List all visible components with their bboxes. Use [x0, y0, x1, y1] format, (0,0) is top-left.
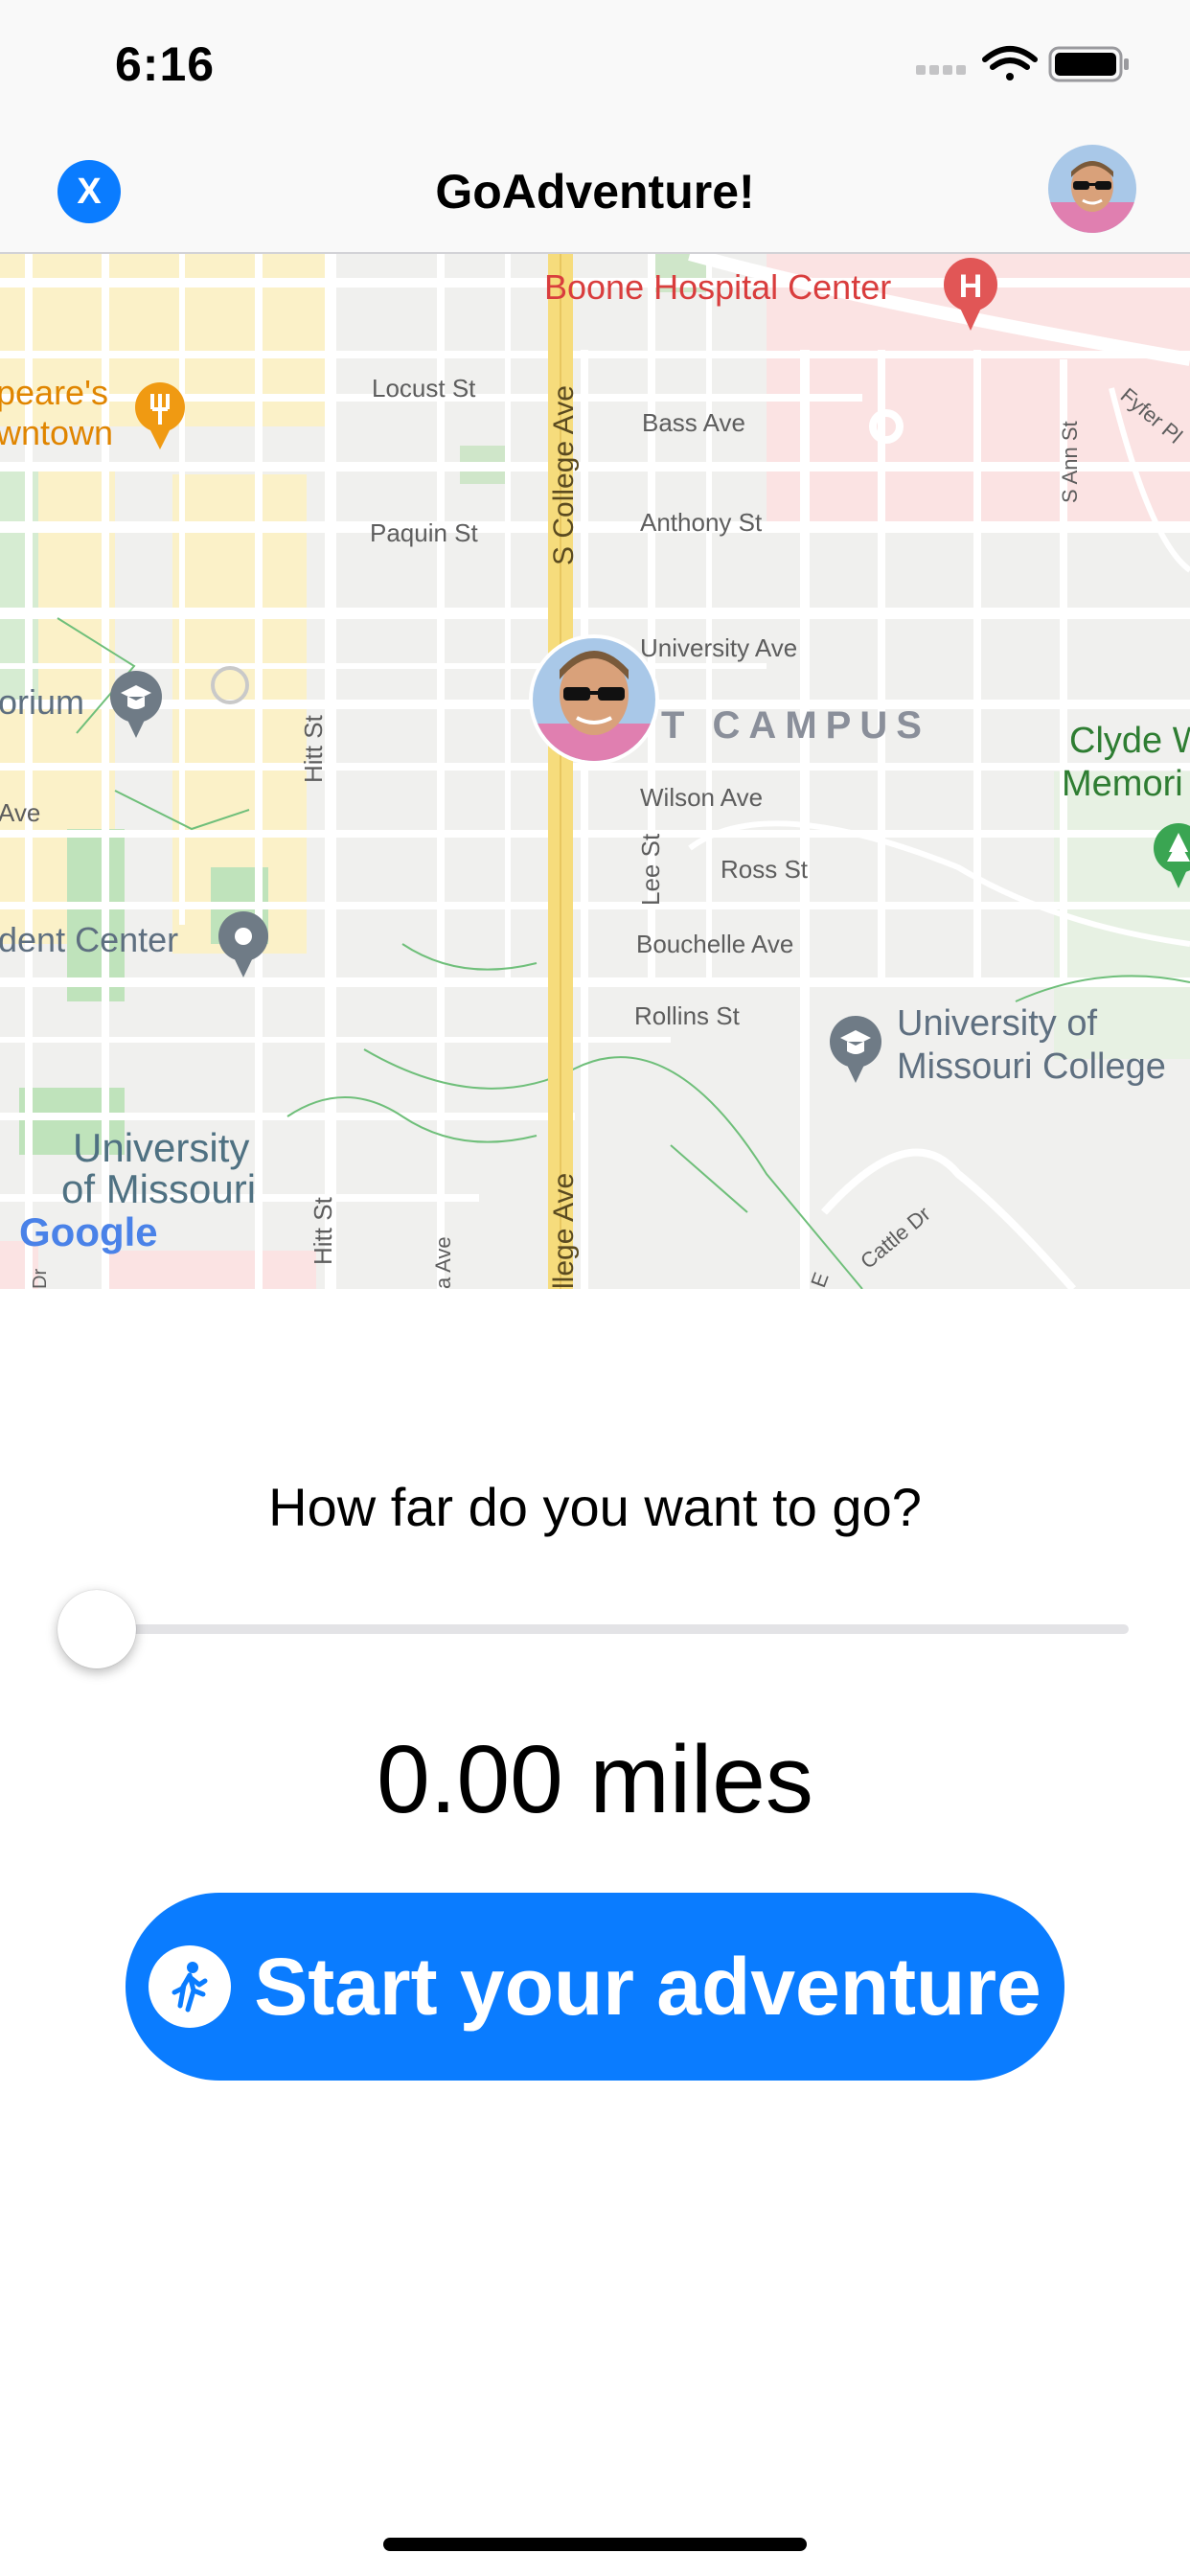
status-icons — [916, 44, 1136, 86]
university-college-label-2: Missouri College — [897, 1046, 1166, 1087]
battery-icon — [1048, 46, 1129, 82]
s-ann-label: S Ann St — [1058, 421, 1082, 503]
locust-label: Locust St — [372, 374, 476, 402]
ave-south-label: a Ave — [431, 1236, 455, 1289]
distance-slider[interactable] — [57, 1586, 1133, 1672]
walking-person-icon — [149, 1945, 232, 2028]
restaurant-label-2: wntown — [0, 413, 113, 452]
student-center-label: dent Center — [0, 920, 178, 959]
home-indicator[interactable] — [383, 2538, 807, 2551]
paquin-label: Paquin St — [370, 518, 479, 547]
hitt-north-label: Hitt St — [299, 714, 328, 783]
auditorium-label: orium — [0, 682, 84, 722]
wifi-icon — [982, 46, 1038, 80]
signal-icon — [916, 65, 966, 75]
hitt-south-label: Hitt St — [309, 1196, 337, 1265]
page-title: GoAdventure! — [435, 165, 755, 218]
college-north-label: S College Ave — [548, 385, 580, 565]
start-adventure-button[interactable]: Start your adventure — [126, 1893, 1064, 2081]
rollins-label: Rollins St — [634, 1001, 741, 1030]
clyde-label-2: Memori — [1062, 764, 1183, 804]
university-missouri-label-1: University — [73, 1125, 249, 1170]
status-time: 6:16 — [115, 37, 216, 91]
distance-prompt: How far do you want to go? — [268, 1477, 922, 1537]
university-missouri-label-2: of Missouri — [61, 1166, 256, 1211]
map-view[interactable]: H Boone Hospital Center peare's wntown L… — [0, 254, 1190, 1289]
slider-track[interactable] — [96, 1624, 1129, 1634]
nav-bar: X GoAdventure! — [0, 129, 1190, 254]
profile-avatar[interactable] — [1048, 145, 1136, 233]
clyde-label-1: Clyde W — [1069, 721, 1190, 761]
svg-text:H: H — [959, 268, 983, 305]
slider-thumb[interactable] — [57, 1590, 136, 1668]
university-college-label-1: University of — [897, 1003, 1097, 1044]
ave-left-label: Ave — [0, 798, 40, 827]
dr-left-label: Dr — [30, 1269, 51, 1289]
lee-label: Lee St — [636, 833, 665, 906]
start-adventure-label: Start your adventure — [254, 1941, 1041, 2032]
restaurant-label-1: peare's — [0, 373, 108, 412]
ross-label: Ross St — [721, 855, 809, 884]
university-ave-label: University Ave — [640, 633, 797, 662]
distance-value: 0.00 miles — [377, 1726, 813, 1833]
hospital-label: Boone Hospital Center — [544, 267, 891, 307]
bass-label: Bass Ave — [642, 408, 745, 437]
campus-label: T CAMPUS — [661, 704, 930, 747]
google-logo: Google — [19, 1209, 158, 1254]
college-south-label: llege Ave — [548, 1173, 580, 1289]
wilson-label: Wilson Ave — [640, 783, 763, 812]
bouchelle-label: Bouchelle Ave — [636, 930, 793, 958]
anthony-label: Anthony St — [640, 508, 763, 537]
status-bar: 6:16 — [0, 0, 1190, 129]
